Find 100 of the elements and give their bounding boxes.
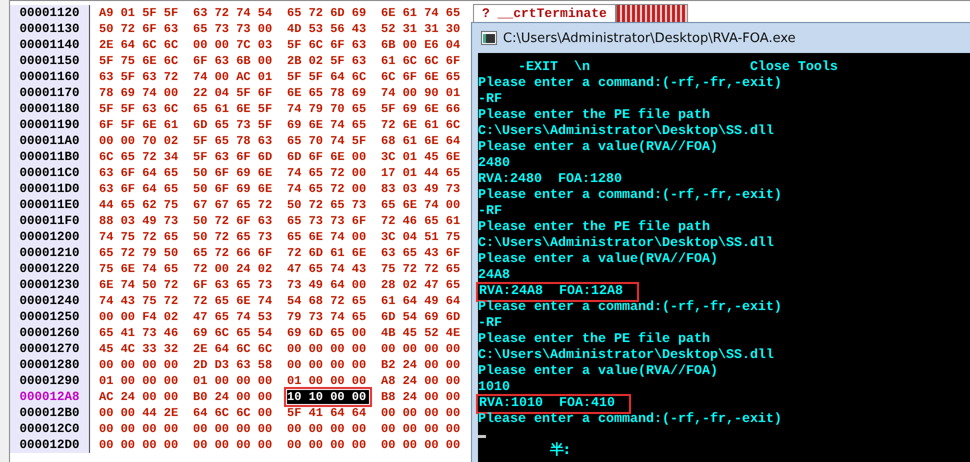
hex-bytes: 00 00 F4 02 <box>99 310 180 324</box>
hex-bytes: 50 6F 69 6E <box>193 166 274 180</box>
hex-bytes: 5F 5F 64 6C <box>287 70 368 84</box>
hex-bytes: 3C 01 45 6E <box>381 150 462 164</box>
hex-bytes: 63 72 74 54 <box>193 6 274 20</box>
hex-bytes: A8 24 00 00 <box>381 374 462 388</box>
console-line: -RF <box>478 316 502 332</box>
hex-bytes: 72 6E 61 6C <box>381 118 462 132</box>
hex-bytes: 72 65 6E 74 <box>193 294 274 308</box>
hex-bytes: 74 79 70 65 <box>287 102 368 116</box>
console-line: Please enter the PE file path <box>478 220 710 236</box>
hex-bytes: 17 01 44 65 <box>381 166 462 180</box>
address-cell: 00001230 <box>10 277 90 293</box>
hex-bytes: 2D D3 63 58 <box>193 358 274 372</box>
hex-bytes: 74 65 72 00 <box>287 166 368 180</box>
console-line: Please enter a value(RVA//FOA) <box>478 140 718 156</box>
address-cell: 00001120 <box>10 5 90 21</box>
hex-bytes: 68 61 6E 64 <box>381 134 462 148</box>
hex-bytes: 65 61 6E 5F <box>193 102 274 116</box>
hex-bytes: 67 67 65 72 <box>193 198 274 212</box>
hex-bytes: 47 65 74 43 <box>287 262 368 276</box>
hex-bytes: 65 70 74 5F <box>287 134 368 148</box>
hex-bytes: 65 72 66 6F <box>193 246 274 260</box>
address-cell: 000012B0 <box>10 405 90 421</box>
address-cell: 00001290 <box>10 373 90 389</box>
hex-bytes: 74 00 AC 01 <box>193 70 274 84</box>
hex-bytes: 54 68 72 65 <box>287 294 368 308</box>
hex-bytes: 10 10 00 00 <box>287 390 369 404</box>
console-line: Please enter the PE file path <box>478 332 710 348</box>
hex-bytes: 5F 6C 6F 63 <box>287 38 368 52</box>
address-cell: 000011C0 <box>10 165 90 181</box>
hex-bytes: 2E 64 6C 6C <box>99 38 180 52</box>
hex-bytes: 63 5F 63 72 <box>99 70 180 84</box>
hex-bytes: 75 6E 74 65 <box>99 262 180 276</box>
address-cell: 00001150 <box>10 53 90 69</box>
hex-bytes: 69 6E 74 65 <box>287 118 368 132</box>
hex-bytes: 74 00 90 01 <box>381 86 462 100</box>
console-line: Please enter a command:(-rf,-fr,-exit) <box>478 412 782 428</box>
address-cell: 00001240 <box>10 293 90 309</box>
hex-bytes: 63 6F 64 65 <box>99 166 180 180</box>
address-cell: 000011F0 <box>10 213 90 229</box>
hex-bytes: 01 00 00 00 <box>287 374 368 388</box>
address-cell: 00001210 <box>10 245 90 261</box>
hex-bytes: 5F 65 78 63 <box>193 134 274 148</box>
address-cell: 000011E0 <box>10 197 90 213</box>
console-line: -EXIT \n Close Tools <box>516 60 838 76</box>
hex-bytes: 47 65 74 53 <box>193 310 274 324</box>
hex-bytes: 61 6C 6C 6F <box>381 54 462 68</box>
hex-bytes: 00 00 44 2E <box>99 406 180 420</box>
hex-bytes: 69 6C 65 54 <box>193 326 274 340</box>
hex-bytes: 6D 6F 6E 00 <box>287 150 368 164</box>
hex-bytes: 6C 6F 6E 65 <box>381 70 462 84</box>
hex-bytes: 2E 64 6C 6C <box>193 342 274 356</box>
address-cell: 000011A0 <box>10 133 90 149</box>
hex-bytes: 00 00 00 00 <box>287 358 368 372</box>
hex-bytes: 6F 63 6B 00 <box>193 54 274 68</box>
hex-bytes: 6E 61 74 65 <box>381 6 462 20</box>
address-cell: 00001220 <box>10 261 90 277</box>
console-line: 2480 <box>478 156 510 172</box>
hex-bytes: 2B 02 5F 63 <box>287 54 368 68</box>
hex-bytes: 63 6F 64 65 <box>99 182 180 196</box>
hex-bytes: 65 6E 74 00 <box>287 230 368 244</box>
address-cell: 00001280 <box>10 357 90 373</box>
console-line: RVA:24A8 FOA:12A8 <box>478 284 637 300</box>
address-cell: 000012D0 <box>10 437 90 453</box>
hex-bytes: 63 65 43 6F <box>381 246 462 260</box>
hex-bytes: 3C 04 51 75 <box>381 230 462 244</box>
hex-bytes: 78 69 74 00 <box>99 86 180 100</box>
hex-bytes: 64 6C 6C 00 <box>193 406 274 420</box>
address-cell: 000012C0 <box>10 421 90 437</box>
console-line: Please enter a value(RVA//FOA) <box>478 364 718 380</box>
address-cell: 00001190 <box>10 117 90 133</box>
hex-bytes: 72 46 65 61 <box>381 214 462 228</box>
hex-bytes: 72 6D 61 6E <box>287 246 368 260</box>
hex-bytes: B0 24 00 00 <box>193 390 274 404</box>
address-cell: 00001170 <box>10 85 90 101</box>
address-cell: 00001180 <box>10 101 90 117</box>
console-line: Please enter a value(RVA//FOA) <box>478 252 718 268</box>
hex-bytes: 69 6D 65 00 <box>287 326 368 340</box>
hex-bytes: 5F 63 6F 6D <box>193 150 274 164</box>
hex-bytes: 50 72 6F 63 <box>193 214 274 228</box>
hex-bytes: 61 64 49 64 <box>381 294 462 308</box>
hex-bytes: 00 00 00 00 <box>99 422 180 436</box>
hex-bytes: 73 49 64 00 <box>287 278 368 292</box>
hex-bytes: 65 72 6D 69 <box>287 6 368 20</box>
hex-bytes: 00 00 70 02 <box>99 134 180 148</box>
hex-bytes: 00 00 00 00 <box>287 438 368 452</box>
hex-bytes: 00 00 00 00 <box>381 342 462 356</box>
hex-bytes: 6D 54 69 6D <box>381 310 462 324</box>
hex-bytes: 6B 00 E6 04 <box>381 38 462 52</box>
console-line: C:\Users\Administrator\Desktop\SS.dll <box>478 348 774 364</box>
hex-bytes: 4B 45 52 4E <box>381 326 462 340</box>
hex-bytes: 74 43 75 72 <box>99 294 180 308</box>
address-cell: 000011B0 <box>10 149 90 165</box>
console-line: 24A8 <box>478 268 510 284</box>
hex-bytes: 50 72 65 73 <box>193 230 274 244</box>
hex-bytes: 74 75 72 65 <box>99 230 180 244</box>
hex-bytes: 28 02 47 65 <box>381 278 462 292</box>
hex-bytes: 4D 53 56 43 <box>287 22 368 36</box>
hex-bytes: 00 00 7C 03 <box>193 38 274 52</box>
